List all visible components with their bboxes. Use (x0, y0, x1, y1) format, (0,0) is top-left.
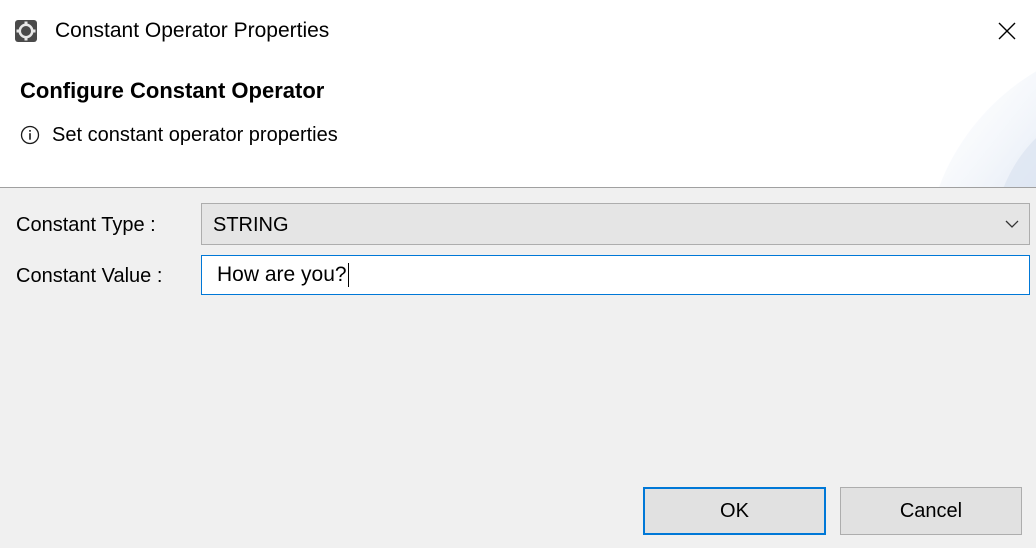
constant-type-selected-value: STRING (213, 214, 289, 236)
title-bar: Constant Operator Properties (0, 0, 1036, 62)
banner-title: Configure Constant Operator (20, 78, 325, 103)
close-button[interactable] (978, 0, 1036, 62)
dialog-banner: Configure Constant Operator Set constant… (0, 62, 1036, 187)
constant-value-label: Constant Value : (16, 265, 163, 287)
chevron-down-icon (1005, 220, 1019, 228)
constant-type-select[interactable]: STRING (201, 203, 1030, 245)
operator-gear-icon (15, 20, 37, 42)
text-caret (347, 263, 349, 287)
constant-value-text: How are you? (217, 262, 349, 288)
constant-value-input[interactable]: How are you? (201, 255, 1030, 295)
info-icon (20, 125, 40, 145)
constant-value-content: How are you? (217, 263, 347, 286)
header-separator (0, 187, 1036, 188)
banner-message-text: Set constant operator properties (52, 124, 338, 146)
close-icon (998, 22, 1016, 40)
cancel-button[interactable]: Cancel (840, 487, 1022, 535)
banner-decoration (939, 71, 1036, 187)
window-title: Constant Operator Properties (55, 19, 330, 42)
banner-message: Set constant operator properties (20, 122, 338, 148)
constant-type-label: Constant Type : (16, 214, 156, 236)
ok-button[interactable]: OK (643, 487, 826, 535)
dialog-window: Constant Operator Properties Configure C… (0, 0, 1036, 548)
